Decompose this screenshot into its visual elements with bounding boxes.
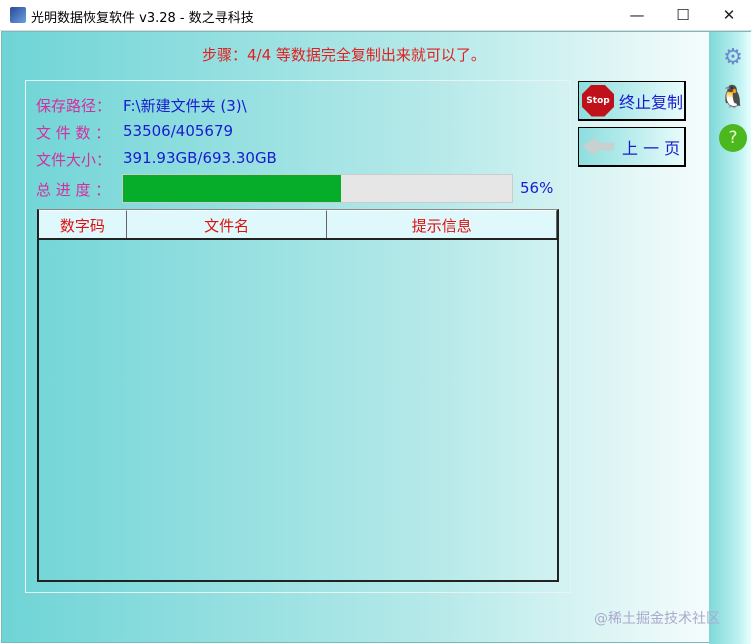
back-arrow-icon	[582, 136, 614, 157]
maximize-button[interactable]: ☐	[660, 0, 706, 31]
minimize-button[interactable]: —	[614, 0, 660, 31]
main-window: 步骤：4/4 等数据完全复制出来就可以了。 保存路径： F:\新建文件夹 (3)…	[1, 31, 751, 644]
file-table[interactable]: 数字码 文件名 提示信息	[37, 209, 559, 582]
app-icon	[10, 7, 26, 23]
progress-fill	[123, 175, 341, 202]
size-label: 文件大小：	[36, 151, 112, 169]
step-text: 步骤：4/4 等数据完全复制出来就可以了。	[202, 46, 486, 64]
path-value: F:\新建文件夹 (3)\	[123, 97, 247, 115]
table-header: 数字码 文件名 提示信息	[39, 210, 557, 240]
previous-page-label: 上 一 页	[622, 138, 681, 158]
count-value: 53506/405679	[123, 122, 234, 140]
settings-icon[interactable]: ⚙	[719, 44, 747, 72]
count-label: 文 件 数 ：	[36, 124, 111, 142]
progress-label: 总 进 度 ：	[36, 181, 111, 199]
window-title: 光明数据恢复软件 v3.28 - 数之寻科技	[31, 11, 254, 26]
stop-copy-button[interactable]: Stop 终止复制	[578, 81, 686, 121]
progress-bar	[122, 174, 513, 203]
side-toolbar: ⚙ 🐧 ?	[709, 32, 751, 644]
path-label: 保存路径：	[36, 97, 112, 115]
column-code[interactable]: 数字码	[39, 210, 127, 238]
qq-icon[interactable]: 🐧	[719, 84, 747, 112]
title-bar: 光明数据恢复软件 v3.28 - 数之寻科技 — ☐ ✕	[0, 0, 752, 31]
stop-icon: Stop	[582, 84, 614, 117]
close-button[interactable]: ✕	[706, 0, 752, 31]
column-message[interactable]: 提示信息	[327, 210, 557, 238]
help-icon[interactable]: ?	[719, 124, 747, 152]
stop-copy-label: 终止复制	[619, 92, 684, 112]
column-filename[interactable]: 文件名	[126, 210, 328, 238]
size-value: 391.93GB/693.30GB	[123, 149, 277, 167]
watermark: @稀土掘金技术社区	[594, 611, 720, 627]
progress-percent: 56%	[520, 179, 554, 197]
previous-page-button[interactable]: 上 一 页	[578, 127, 686, 167]
